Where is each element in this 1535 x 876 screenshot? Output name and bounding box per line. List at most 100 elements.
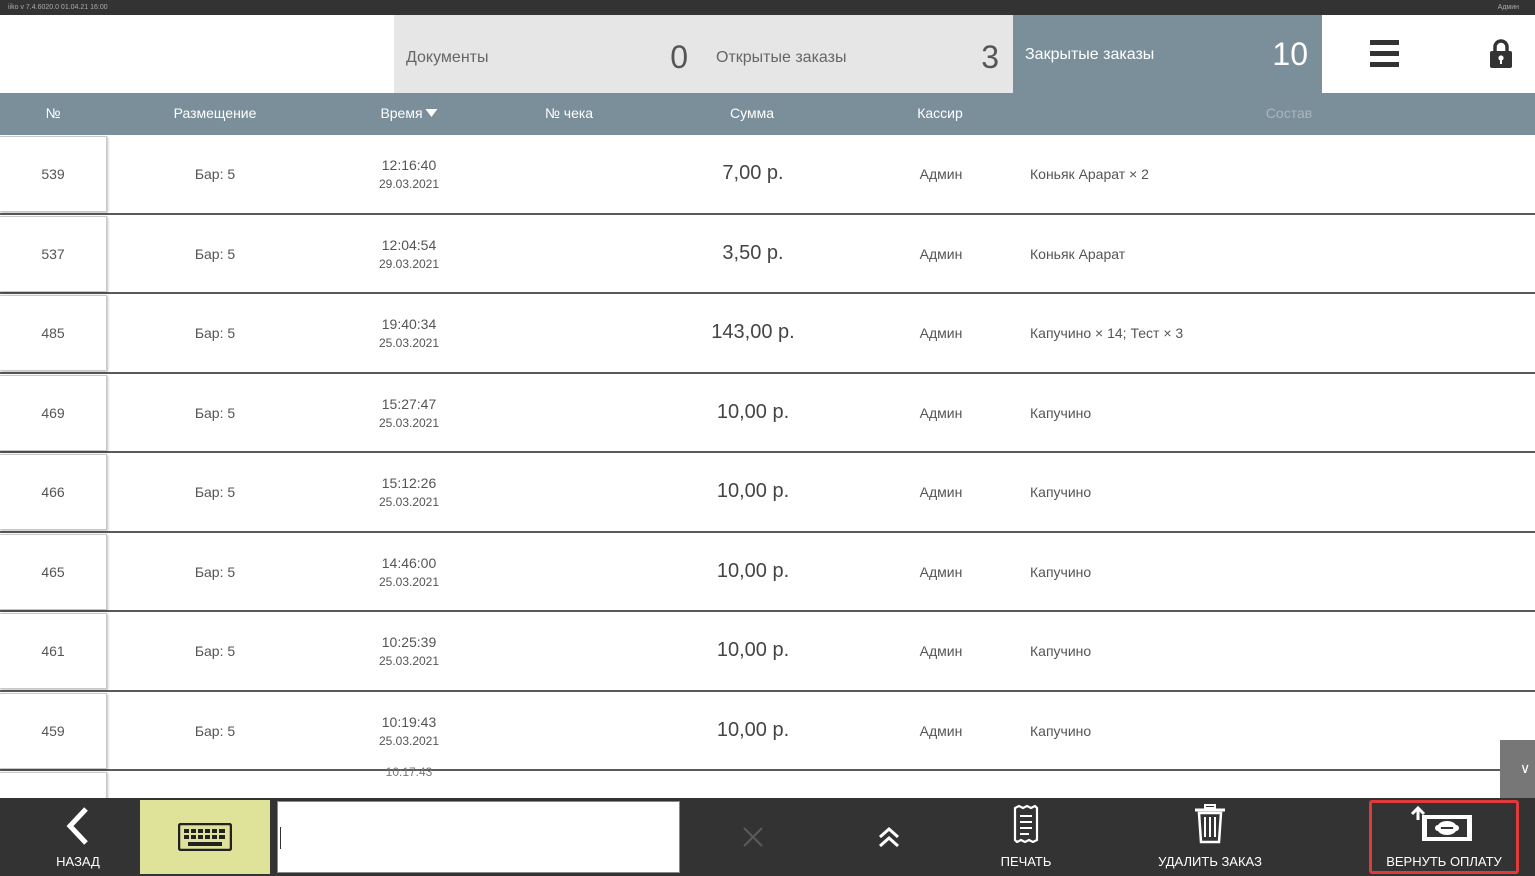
lock-icon[interactable] xyxy=(1489,39,1513,69)
scroll-down-button[interactable]: ∨ xyxy=(1500,740,1535,798)
tab-closed-orders-label: Закрытые заказы xyxy=(1025,46,1155,63)
delete-order-button-label: УДАЛИТЬ ЗАКАЗ xyxy=(1158,854,1262,869)
order-placement: Бар: 5 xyxy=(194,245,236,262)
order-cashier: Админ xyxy=(919,325,963,341)
table-row[interactable]: 485 Бар: 5 19:40:34 25.03.2021 143,00 р. … xyxy=(0,294,1535,374)
col-check-number[interactable]: № чека xyxy=(545,105,593,121)
receipt-icon xyxy=(1013,805,1039,843)
order-cashier: Админ xyxy=(919,722,963,739)
order-time-value: 19:40:34 xyxy=(381,316,437,332)
order-placement: Бар: 5 xyxy=(194,643,236,659)
order-date: 29.03.2021 xyxy=(378,256,440,271)
app-version-text: iiko v 7.4.6020.0 01.04.21 16:00 xyxy=(8,4,108,11)
order-date: 25.03.2021 xyxy=(378,574,440,589)
order-number: 469 xyxy=(41,404,65,421)
order-date: 29.03.2021 xyxy=(378,177,440,191)
order-time: 12:16:40 29.03.2021 xyxy=(379,156,439,194)
order-time: 15:12:26 25.03.2021 xyxy=(379,474,439,512)
order-sum: 3,50 р. xyxy=(722,241,784,264)
clear-button[interactable] xyxy=(732,798,774,876)
order-sum: 143,00 р. xyxy=(711,321,795,343)
order-number: 537 xyxy=(41,245,65,262)
col-cashier[interactable]: Кассир xyxy=(917,105,963,121)
table-row-partial[interactable]: 10:17:43 xyxy=(0,765,1535,798)
tab-closed-orders[interactable]: Закрытые заказы 10 xyxy=(1013,15,1322,93)
back-button-label: НАЗАД xyxy=(56,854,100,869)
order-time: 19:40:34 25.03.2021 xyxy=(379,315,439,353)
col-placement[interactable]: Размещение xyxy=(174,105,257,121)
table-row[interactable]: 537 Бар: 5 12:04:54 29.03.2021 3,50 р. Ад… xyxy=(0,215,1535,294)
row-number-box[interactable] xyxy=(0,772,107,798)
order-date: 25.03.2021 xyxy=(378,733,440,748)
order-time-value: 12:16:40 xyxy=(381,157,437,173)
order-number: 485 xyxy=(41,325,65,341)
order-sum: 10,00 р. xyxy=(716,400,790,423)
bottom-toolbar: НАЗАД ПЕЧАТЬ УДАЛИТЬ ЗАКАЗ ВЕРНУТЬ ОПЛАТ… xyxy=(0,798,1535,876)
order-number: 461 xyxy=(41,643,65,659)
sort-desc-icon xyxy=(425,109,438,117)
menu-icon[interactable] xyxy=(1370,40,1400,70)
top-bar: Документы 0 Открытые заказы 3 Закрытые з… xyxy=(0,15,1535,93)
order-placement: Бар: 5 xyxy=(194,722,236,739)
tab-open-orders[interactable]: Открытые заказы 3 xyxy=(702,15,1013,93)
order-placement: Бар: 5 xyxy=(194,404,236,421)
col-sum[interactable]: Сумма xyxy=(730,105,774,121)
order-time-partial: 10:17:43 xyxy=(385,765,433,779)
table-row[interactable]: 466 Бар: 5 15:12:26 25.03.2021 10,00 р. А… xyxy=(0,453,1535,533)
table-row[interactable]: 469 Бар: 5 15:27:47 25.03.2021 10,00 р. А… xyxy=(0,374,1535,453)
double-chevron-up-icon xyxy=(879,826,899,848)
order-items: Капучино × 14; Тест × 3 xyxy=(1030,325,1184,341)
order-items: Капучино xyxy=(1030,404,1092,421)
scroll-top-button[interactable] xyxy=(866,798,912,876)
order-time: 10:19:43 25.03.2021 xyxy=(379,713,439,751)
order-cashier: Админ xyxy=(919,166,963,182)
order-sum: 10,00 р. xyxy=(716,718,790,741)
chevron-left-icon xyxy=(66,807,88,845)
col-number[interactable]: № xyxy=(45,105,60,121)
table-row[interactable]: 461 Бар: 5 10:25:39 25.03.2021 10,00 р. А… xyxy=(0,612,1535,692)
order-cashier: Админ xyxy=(919,404,963,421)
tab-closed-orders-count: 10 xyxy=(1272,36,1308,72)
search-input[interactable] xyxy=(277,801,680,873)
order-placement: Бар: 5 xyxy=(194,563,236,580)
order-time: 14:46:00 25.03.2021 xyxy=(379,554,439,592)
orders-list: 539 Бар: 5 12:16:40 29.03.2021 7,00 р. Ад… xyxy=(0,135,1535,798)
print-button[interactable]: ПЕЧАТЬ xyxy=(990,798,1062,876)
order-items: Коньяк Арарат × 2 xyxy=(1030,166,1149,182)
col-time[interactable]: Время xyxy=(380,105,438,121)
tab-open-orders-count: 3 xyxy=(981,39,999,75)
text-caret xyxy=(280,827,281,849)
order-number: 466 xyxy=(41,484,65,500)
table-row[interactable]: 465 Бар: 5 14:46:00 25.03.2021 10,00 р. А… xyxy=(0,533,1535,612)
order-date: 25.03.2021 xyxy=(378,654,440,668)
order-time-value: 15:12:26 xyxy=(381,475,437,491)
print-button-label: ПЕЧАТЬ xyxy=(1000,854,1052,869)
tab-documents-count: 0 xyxy=(670,39,688,75)
status-bar: iiko v 7.4.6020.0 01.04.21 16:00 Админ xyxy=(0,0,1535,15)
order-time-value: 10:19:43 xyxy=(381,713,437,730)
order-cashier: Админ xyxy=(919,563,963,580)
refund-highlight-frame xyxy=(1369,800,1519,874)
order-sum: 10,00 р. xyxy=(716,480,790,502)
tab-documents[interactable]: Документы 0 xyxy=(394,15,702,93)
order-sum: 10,00 р. xyxy=(716,639,790,661)
order-time: 12:04:54 29.03.2021 xyxy=(379,236,439,274)
order-sum: 10,00 р. xyxy=(716,559,790,582)
tab-open-orders-label: Открытые заказы xyxy=(716,49,847,66)
order-items: Капучино xyxy=(1030,563,1092,580)
order-time: 10:25:39 25.03.2021 xyxy=(379,633,439,671)
close-icon xyxy=(743,827,763,847)
order-items: Коньяк Арарат xyxy=(1030,245,1126,262)
order-cashier: Админ xyxy=(919,643,963,659)
order-placement: Бар: 5 xyxy=(194,484,236,500)
order-time-value: 12:04:54 xyxy=(381,236,437,253)
chevron-down-icon: ∨ xyxy=(1520,760,1531,776)
keyboard-button[interactable] xyxy=(140,800,270,874)
order-cashier: Админ xyxy=(919,245,963,262)
table-row[interactable]: 539 Бар: 5 12:16:40 29.03.2021 7,00 р. Ад… xyxy=(0,135,1535,215)
order-date: 25.03.2021 xyxy=(378,495,440,509)
order-cashier: Админ xyxy=(919,484,963,500)
table-row[interactable]: 459 Бар: 5 10:19:43 25.03.2021 10,00 р. А… xyxy=(0,692,1535,771)
back-button[interactable]: НАЗАД xyxy=(38,798,118,876)
delete-order-button[interactable]: УДАЛИТЬ ЗАКАЗ xyxy=(1150,798,1270,876)
